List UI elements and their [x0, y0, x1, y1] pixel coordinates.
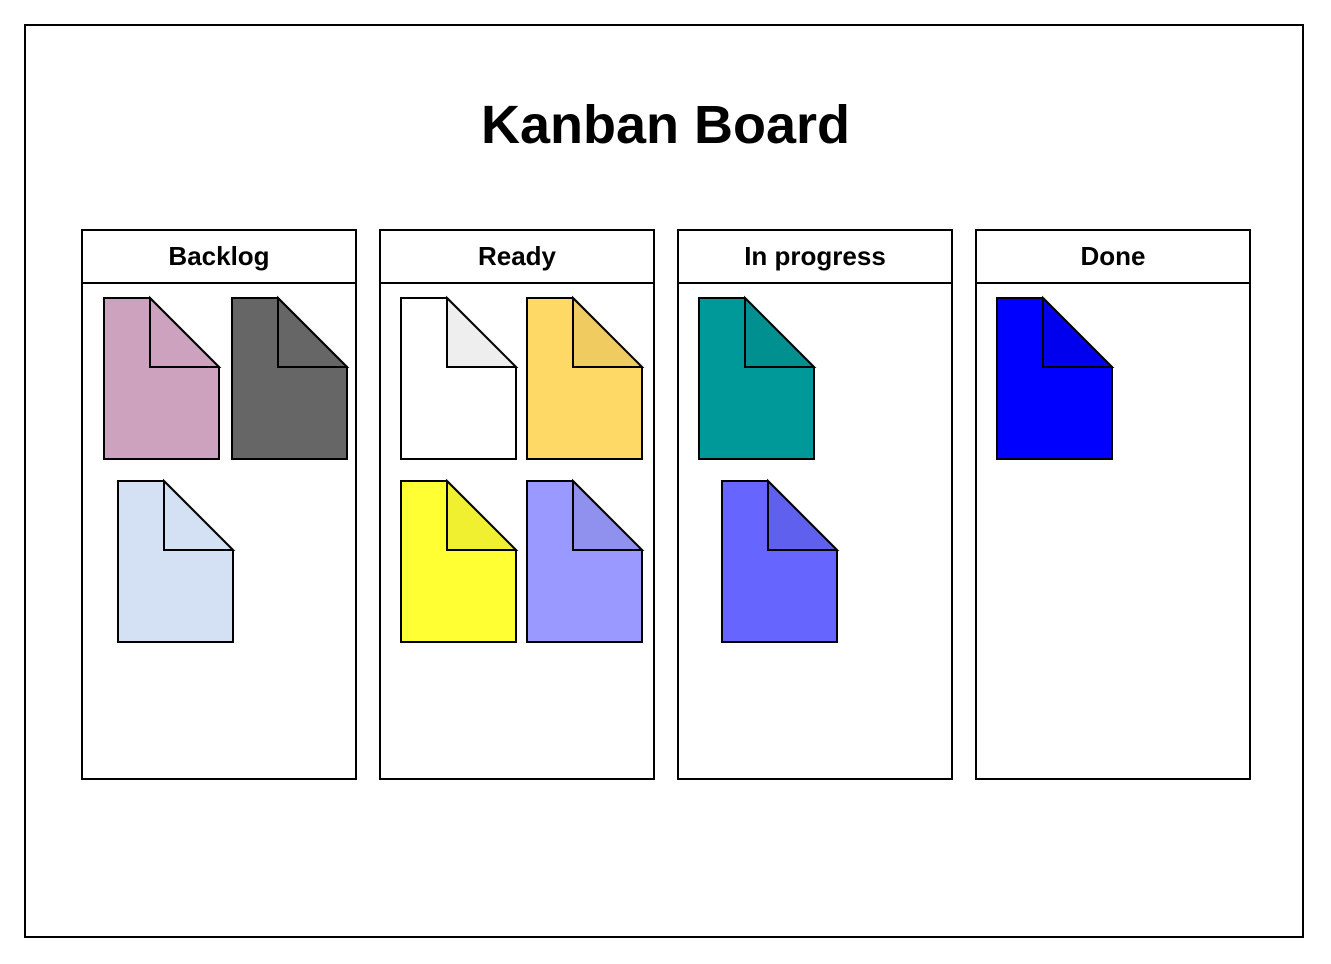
card-fold: [277, 295, 350, 368]
task-card[interactable]: [400, 478, 519, 643]
task-card[interactable]: [996, 295, 1115, 460]
card-fold: [767, 478, 840, 551]
card-fold: [572, 478, 645, 551]
card-fold: [163, 478, 236, 551]
task-card[interactable]: [103, 295, 222, 460]
card-fold: [572, 295, 645, 368]
task-card[interactable]: [721, 478, 840, 643]
card-fold: [446, 478, 519, 551]
cards-layer: [103, 295, 1115, 643]
task-card[interactable]: [526, 295, 645, 460]
card-fold: [744, 295, 817, 368]
task-card[interactable]: [526, 478, 645, 643]
task-card[interactable]: [698, 295, 817, 460]
task-card[interactable]: [400, 295, 519, 460]
task-card[interactable]: [117, 478, 236, 643]
card-fold: [149, 295, 222, 368]
task-card[interactable]: [231, 295, 350, 460]
card-fold: [446, 295, 519, 368]
card-fold: [1042, 295, 1115, 368]
